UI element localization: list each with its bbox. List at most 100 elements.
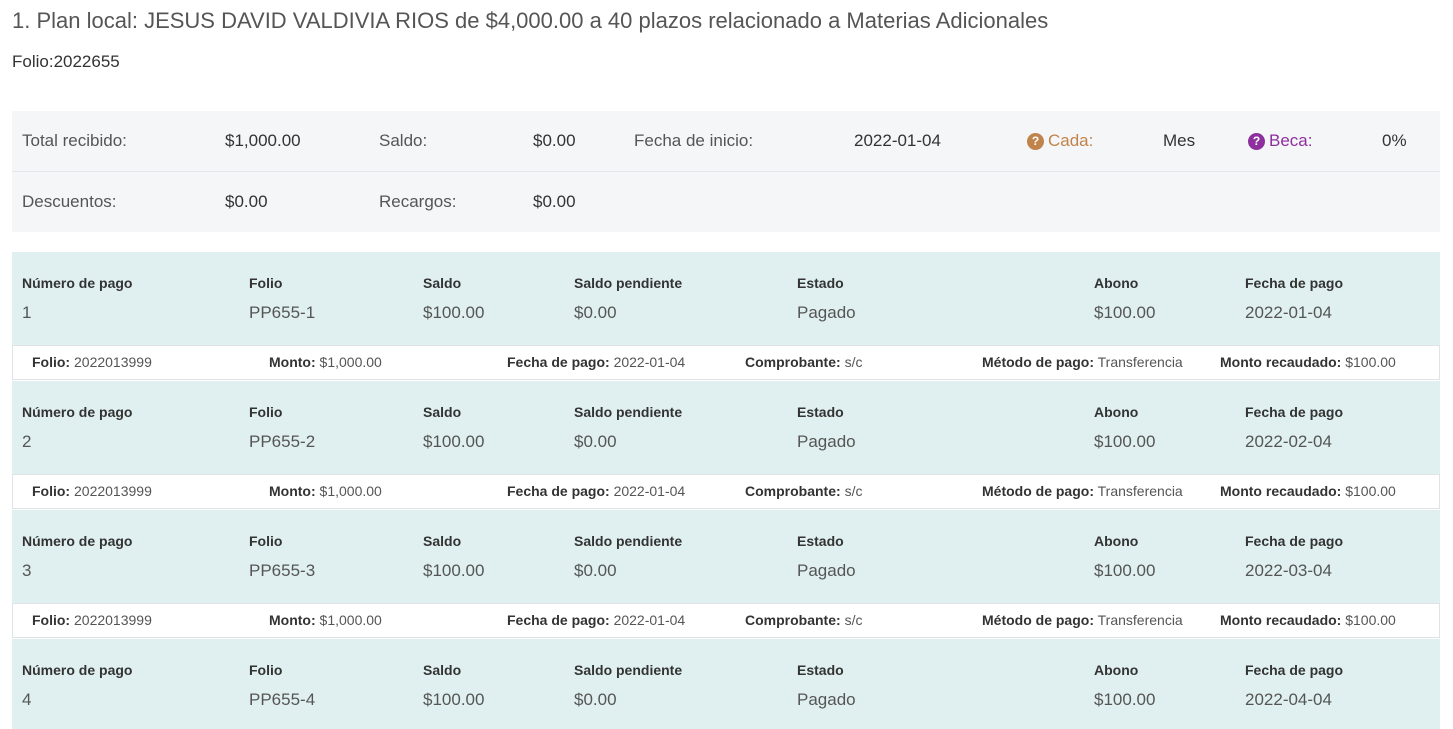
estado-header: Estado [797,533,844,549]
detail-monto-recaudado: Monto recaudado: $100.00 [1220,612,1396,628]
saldo-pendiente-value: $0.00 [574,303,617,322]
saldo-pendiente-value: $0.00 [574,432,617,451]
beca-value: 0% [1382,131,1407,150]
saldo-pendiente-header: Saldo pendiente [574,404,683,420]
fecha-pago-value: 2022-03-04 [1245,561,1332,580]
detail-folio: Folio: 2022013999 [32,354,152,370]
saldo-pendiente-value: $0.00 [574,561,617,580]
saldo-value: $100.00 [423,303,485,322]
detail-monto: Monto: $1,000.00 [269,354,382,370]
abono-header: Abono [1094,533,1139,549]
saldo-pendiente-header: Saldo pendiente [574,662,683,678]
estado-header: Estado [797,275,844,291]
folio-value: PP655-4 [249,690,316,709]
estado-value: Pagado [797,432,856,451]
descuentos-value: $0.00 [225,192,268,211]
saldo-pendiente-header: Saldo pendiente [574,275,683,291]
detail-comprobante: Comprobante: s/c [745,354,863,370]
abono-value: $100.00 [1094,690,1156,709]
detail-folio: Folio: 2022013999 [32,612,152,628]
abono-value: $100.00 [1094,303,1156,322]
payment-row: Número de pago Folio Saldo Saldo pendien… [12,252,1440,346]
summary-row: Descuentos: $0.00 Recargos: $0.00 [12,172,1440,232]
fecha-pago-header: Fecha de pago [1245,275,1344,291]
numero-value: 1 [22,303,32,322]
numero-value: 4 [22,690,32,709]
folio-value: PP655-1 [249,303,316,322]
beca-label: Beca: [1269,131,1313,150]
detail-fecha-pago: Fecha de pago: 2022-01-04 [507,354,686,370]
numero-header: Número de pago [22,533,133,549]
total-recibido-label: Total recibido: [22,131,127,150]
payment-detail-row: Folio: 2022013999 Monto: $1,000.00 Fecha… [12,603,1440,638]
payment-row: Número de pago Folio Saldo Saldo pendien… [12,639,1440,729]
fecha-pago-value: 2022-04-04 [1245,690,1332,709]
fecha-pago-header: Fecha de pago [1245,533,1344,549]
folio-header: Folio [249,662,283,678]
fecha-inicio-value: 2022-01-04 [854,131,941,150]
detail-metodo-pago: Método de pago: Transferencia [982,483,1183,499]
saldo-label: Saldo: [379,131,428,150]
numero-value: 3 [22,561,32,580]
saldo-header: Saldo [423,533,462,549]
saldo-header: Saldo [423,404,462,420]
cada-value: Mes [1163,131,1196,150]
folio-header: Folio [249,404,283,420]
detail-comprobante: Comprobante: s/c [745,612,863,628]
fecha-pago-header: Fecha de pago [1245,404,1344,420]
abono-header: Abono [1094,404,1139,420]
fecha-pago-value: 2022-01-04 [1245,303,1332,322]
numero-header: Número de pago [22,275,133,291]
folio-value: PP655-2 [249,432,316,451]
question-circle-icon[interactable]: ? [1027,133,1044,150]
detail-metodo-pago: Método de pago: Transferencia [982,354,1183,370]
numero-header: Número de pago [22,404,133,420]
abono-header: Abono [1094,662,1139,678]
detail-comprobante: Comprobante: s/c [745,483,863,499]
fecha-pago-header: Fecha de pago [1245,662,1344,678]
saldo-header: Saldo [423,275,462,291]
plan-title: 1. Plan local: JESUS DAVID VALDIVIA RIOS… [12,8,1049,33]
recargos-value: $0.00 [533,192,576,211]
estado-value: Pagado [797,303,856,322]
folio-header: Folio [249,533,283,549]
estado-header: Estado [797,404,844,420]
total-recibido-value: $1,000.00 [225,131,301,150]
folio-value: PP655-3 [249,561,316,580]
detail-metodo-pago: Método de pago: Transferencia [982,612,1183,628]
detail-fecha-pago: Fecha de pago: 2022-01-04 [507,612,686,628]
beca-help[interactable]: ? Beca: [1248,111,1312,171]
detail-folio: Folio: 2022013999 [32,483,152,499]
cada-label: Cada: [1048,131,1094,150]
abono-value: $100.00 [1094,561,1156,580]
saldo-pendiente-header: Saldo pendiente [574,533,683,549]
recargos-label: Recargos: [379,192,457,211]
fecha-pago-value: 2022-02-04 [1245,432,1332,451]
cada-help[interactable]: ? Cada: [1027,111,1093,171]
question-circle-icon[interactable]: ? [1248,133,1265,150]
plan-summary: Total recibido: $1,000.00 Saldo: $0.00 F… [12,111,1440,232]
payment-row: Número de pago Folio Saldo Saldo pendien… [12,381,1440,475]
estado-header: Estado [797,662,844,678]
saldo-value: $0.00 [533,131,576,150]
saldo-value: $100.00 [423,690,485,709]
numero-header: Número de pago [22,662,133,678]
abono-value: $100.00 [1094,432,1156,451]
fecha-inicio-label: Fecha de inicio: [634,131,754,150]
saldo-pendiente-value: $0.00 [574,690,617,709]
numero-value: 2 [22,432,32,451]
plan-folio: Folio:2022655 [12,52,120,71]
saldo-value: $100.00 [423,432,485,451]
descuentos-label: Descuentos: [22,192,117,211]
detail-monto: Monto: $1,000.00 [269,483,382,499]
summary-row: Total recibido: $1,000.00 Saldo: $0.00 F… [12,111,1440,172]
estado-value: Pagado [797,561,856,580]
folio-header: Folio [249,275,283,291]
payment-row: Número de pago Folio Saldo Saldo pendien… [12,510,1440,604]
abono-header: Abono [1094,275,1139,291]
detail-fecha-pago: Fecha de pago: 2022-01-04 [507,483,686,499]
detail-monto: Monto: $1,000.00 [269,612,382,628]
payment-detail-row: Folio: 2022013999 Monto: $1,000.00 Fecha… [12,474,1440,509]
detail-monto-recaudado: Monto recaudado: $100.00 [1220,483,1396,499]
estado-value: Pagado [797,690,856,709]
